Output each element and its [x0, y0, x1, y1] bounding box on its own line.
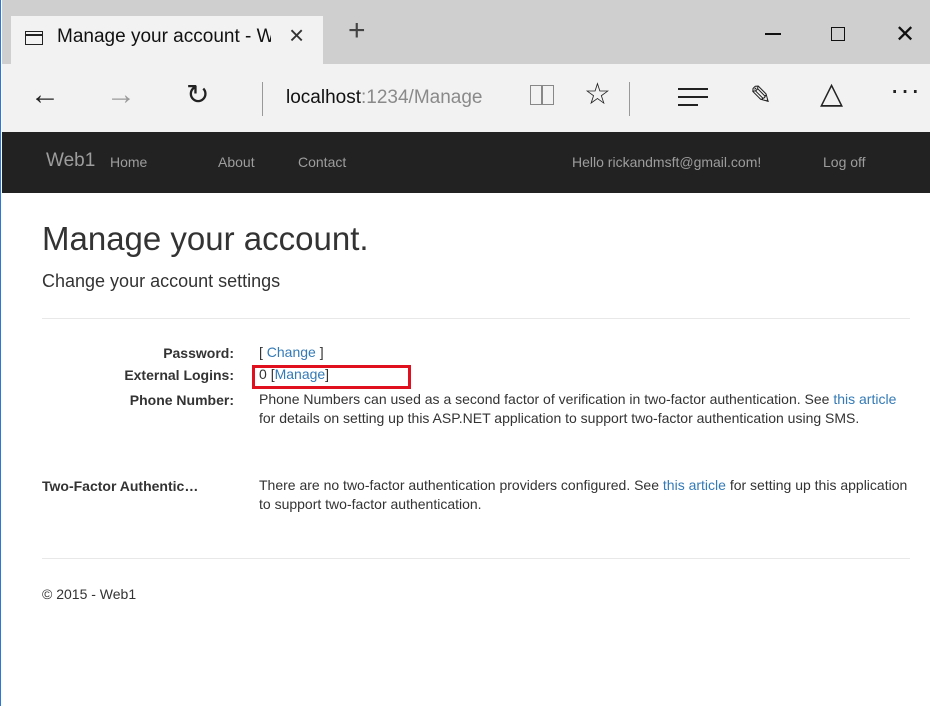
site-navbar: Web1 Home About Contact Hello rickandmsf… [2, 132, 930, 193]
change-password-link[interactable]: Change [267, 344, 316, 360]
maximize-icon [831, 27, 845, 41]
phone-text: Phone Numbers can used as a second facto… [259, 391, 834, 407]
favorite-star-icon[interactable]: ☆ [584, 80, 611, 110]
web-note-icon[interactable]: ✎ [750, 82, 772, 108]
phone-text: for details on setting up this ASP.NET a… [259, 410, 860, 426]
address-bar[interactable]: localhost:1234/Manage [286, 87, 483, 109]
page-subtitle: Change your account settings [42, 271, 281, 291]
tab-title: Manage your account - Web1 [57, 26, 271, 47]
address-host: localhost [286, 87, 361, 108]
two-factor-label: Two-Factor Authentic… [42, 478, 199, 494]
page-title: Manage your account. [42, 220, 369, 257]
bracket-close: ] [315, 344, 324, 360]
minimize-icon [765, 33, 781, 35]
title-bar: Manage your account - Web1 × + ✕ [2, 0, 930, 64]
forward-icon[interactable]: → [106, 80, 136, 110]
separator [262, 82, 263, 116]
password-label: Password: [163, 345, 234, 361]
divider [42, 558, 910, 559]
close-window-button[interactable]: ✕ [885, 16, 925, 52]
back-icon[interactable]: ← [30, 80, 60, 110]
address-path: :1234/Manage [361, 87, 483, 108]
two-factor-text: There are no two-factor authentication p… [259, 477, 663, 493]
nav-link-about[interactable]: About [218, 154, 255, 170]
highlight-box [252, 365, 411, 389]
refresh-icon[interactable]: ↻ [186, 81, 209, 109]
separator [629, 82, 630, 116]
browser-tab[interactable]: Manage your account - Web1 × [11, 16, 323, 64]
user-greeting-link[interactable]: Hello rickandmsft@gmail.com! [572, 154, 761, 170]
log-off-link[interactable]: Log off [823, 154, 866, 170]
close-tab-icon[interactable]: × [289, 22, 304, 48]
two-factor-value: There are no two-factor authentication p… [259, 476, 909, 514]
external-logins-label: External Logins: [124, 367, 234, 383]
reading-view-icon[interactable] [530, 85, 554, 105]
maximize-button[interactable] [818, 16, 858, 52]
more-icon[interactable]: ··· [890, 76, 921, 104]
two-factor-article-link[interactable]: this article [663, 477, 726, 493]
minimize-button[interactable] [753, 16, 793, 52]
share-icon[interactable]: △ [820, 79, 843, 109]
page-icon [25, 31, 43, 45]
password-value: [ Change ] [259, 343, 909, 362]
footer-copyright: © 2015 - Web1 [42, 586, 137, 602]
nav-link-contact[interactable]: Contact [298, 154, 346, 170]
browser-toolbar: ← → ↻ localhost:1234/Manage ☆ ✎ △ ··· [2, 64, 930, 132]
brand-link[interactable]: Web1 [46, 150, 95, 172]
phone-article-link[interactable]: this article [833, 391, 896, 407]
browser-window: Manage your account - Web1 × + ✕ ← → ↻ l… [0, 0, 930, 706]
divider [42, 318, 910, 319]
new-tab-icon[interactable]: + [348, 16, 366, 46]
nav-link-home[interactable]: Home [110, 154, 147, 170]
bracket-open: [ [259, 344, 267, 360]
hub-icon[interactable] [678, 88, 708, 112]
phone-number-label: Phone Number: [129, 392, 234, 408]
phone-number-value: Phone Numbers can used as a second facto… [259, 390, 909, 428]
